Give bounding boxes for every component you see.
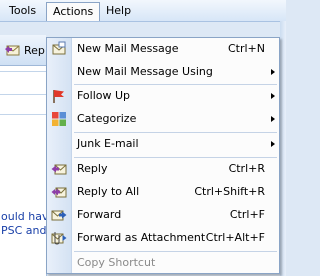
submenu-arrow-icon — [271, 93, 275, 99]
color-categories-icon — [51, 111, 67, 127]
submenu-arrow-icon — [271, 141, 275, 147]
divider — [0, 114, 46, 115]
menu-bar: Tools Actions Help — [0, 0, 286, 22]
menu-help[interactable]: Help — [101, 2, 136, 19]
toolbar-reply-button[interactable]: Rep — [24, 44, 45, 57]
menu-item-shortcut: Ctrl+Shift+R — [194, 185, 265, 198]
menu-item-follow-up[interactable]: Follow Up — [47, 85, 279, 107]
menu-item-label: Categorize — [77, 112, 137, 125]
menu-item-reply[interactable]: Reply Ctrl+R — [47, 158, 279, 180]
menu-item-shortcut: Ctrl+F — [229, 208, 265, 221]
reply-icon — [4, 43, 20, 60]
menu-item-label: New Mail Message Using — [77, 65, 213, 78]
menu-item-label: Junk E-mail — [77, 137, 139, 150]
menu-tools[interactable]: Tools — [4, 2, 41, 19]
menu-item-shortcut: Ctrl+N — [227, 42, 265, 55]
menu-item-forward-as-attachment[interactable]: Forward as Attachment Ctrl+Alt+F — [47, 227, 279, 249]
message-pane: ould have PSC and a — [0, 66, 57, 276]
menu-item-new-mail-message[interactable]: New Mail Message Ctrl+N — [47, 38, 279, 60]
menu-item-shortcut: Ctrl+Alt+F — [205, 231, 265, 244]
window-edge — [280, 21, 286, 276]
new-mail-icon — [51, 41, 67, 57]
menu-item-junk-email[interactable]: Junk E-mail — [47, 133, 279, 155]
menu-item-copy-shortcut: Copy Shortcut — [47, 252, 279, 274]
actions-menu: New Mail Message Ctrl+N New Mail Message… — [46, 37, 280, 274]
red-flag-icon — [51, 88, 67, 104]
divider — [0, 71, 46, 72]
menu-item-categorize[interactable]: Categorize — [47, 108, 279, 130]
menu-item-new-mail-message-using[interactable]: New Mail Message Using — [47, 61, 279, 83]
submenu-arrow-icon — [271, 69, 275, 75]
menu-item-forward[interactable]: Forward Ctrl+F — [47, 204, 279, 226]
menu-item-label: Forward as Attachment — [77, 231, 206, 244]
menu-actions[interactable]: Actions — [46, 2, 101, 21]
submenu-arrow-icon — [271, 116, 275, 122]
reply-icon — [51, 161, 67, 177]
menu-item-label: New Mail Message — [77, 42, 179, 55]
menu-item-label: Reply to All — [77, 185, 140, 198]
forward-icon — [51, 207, 67, 223]
menu-item-label: Forward — [77, 208, 122, 221]
menu-item-shortcut: Ctrl+R — [228, 162, 265, 175]
menu-item-reply-to-all[interactable]: Reply to All Ctrl+Shift+R — [47, 181, 279, 203]
menu-item-label: Copy Shortcut — [77, 256, 156, 269]
menu-item-label: Reply — [77, 162, 108, 175]
menu-item-label: Follow Up — [77, 89, 131, 102]
reply-all-icon — [51, 184, 67, 200]
divider — [0, 94, 46, 95]
toolbar: Rep — [0, 35, 46, 66]
forward-attachment-icon — [51, 230, 67, 246]
